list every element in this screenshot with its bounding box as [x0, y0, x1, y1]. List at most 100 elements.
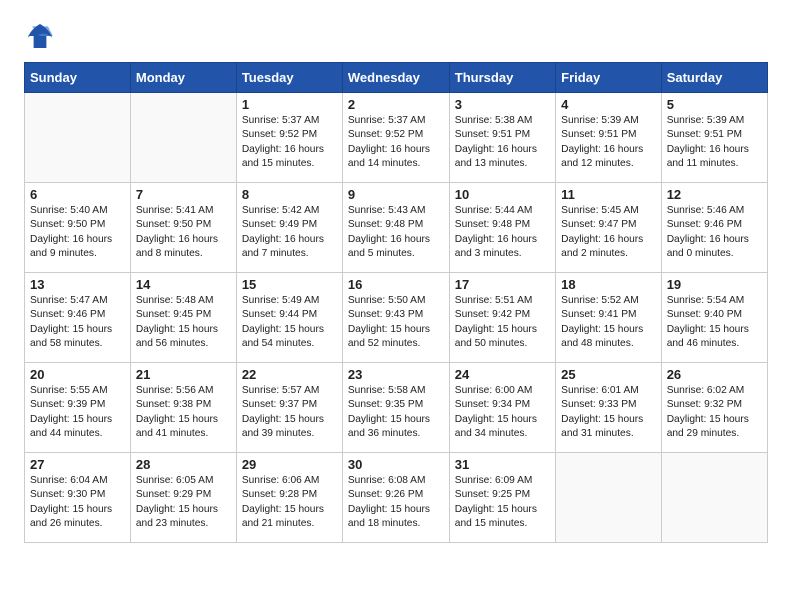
calendar-cell: 27 Sunrise: 6:04 AM Sunset: 9:30 PM Dayli…: [25, 453, 131, 543]
day-number: 23: [348, 367, 444, 382]
calendar-cell: 19 Sunrise: 5:54 AM Sunset: 9:40 PM Dayli…: [661, 273, 767, 363]
day-number: 5: [667, 97, 762, 112]
day-info: Sunrise: 5:49 AM Sunset: 9:44 PM Dayligh…: [242, 294, 337, 351]
day-info: Sunrise: 6:01 AM Sunset: 9:33 PM Dayligh…: [561, 384, 656, 441]
calendar-cell: 18Sunrise: 5:52 AM Sunset: 9:41 PM Dayli…: [556, 273, 662, 363]
day-number: 17: [455, 277, 550, 292]
day-number: 12: [667, 187, 762, 202]
calendar-cell: 22Sunrise: 5:57 AM Sunset: 9:37 PM Dayli…: [236, 363, 342, 453]
calendar-header-wednesday: Wednesday: [342, 63, 449, 93]
day-number: 27: [30, 457, 125, 472]
calendar-cell: 8 Sunrise: 5:42 AM Sunset: 9:49 PM Daylig…: [236, 183, 342, 273]
day-number: 30: [348, 457, 444, 472]
day-info: Sunrise: 5:42 AM Sunset: 9:49 PM Dayligh…: [242, 204, 337, 261]
calendar-cell: [130, 93, 236, 183]
day-number: 11: [561, 187, 656, 202]
day-info: Sunrise: 5:38 AM Sunset: 9:51 PM Dayligh…: [455, 114, 550, 171]
calendar-cell: 31 Sunrise: 6:09 AM Sunset: 9:25 PM Dayli…: [449, 453, 555, 543]
day-info: Sunrise: 5:51 AM Sunset: 9:42 PM Dayligh…: [455, 294, 550, 351]
day-number: 21: [136, 367, 231, 382]
day-info: Sunrise: 5:37 AM Sunset: 9:52 PM Dayligh…: [242, 114, 337, 171]
day-info: Sunrise: 5:46 AM Sunset: 9:46 PM Dayligh…: [667, 204, 762, 261]
day-number: 3: [455, 97, 550, 112]
day-number: 31: [455, 457, 550, 472]
calendar-cell: 24 Sunrise: 6:00 AM Sunset: 9:34 PM Dayli…: [449, 363, 555, 453]
day-info: Sunrise: 5:55 AM Sunset: 9:39 PM Dayligh…: [30, 384, 125, 441]
day-info: Sunrise: 6:06 AM Sunset: 9:28 PM Dayligh…: [242, 474, 337, 531]
day-info: Sunrise: 5:41 AM Sunset: 9:50 PM Dayligh…: [136, 204, 231, 261]
calendar-cell: 9 Sunrise: 5:43 AM Sunset: 9:48 PM Daylig…: [342, 183, 449, 273]
calendar-cell: 11 Sunrise: 5:45 AM Sunset: 9:47 PM Dayli…: [556, 183, 662, 273]
calendar-cell: 12 Sunrise: 5:46 AM Sunset: 9:46 PM Dayli…: [661, 183, 767, 273]
calendar-header-sunday: Sunday: [25, 63, 131, 93]
day-info: Sunrise: 6:09 AM Sunset: 9:25 PM Dayligh…: [455, 474, 550, 531]
calendar-week-row: 13 Sunrise: 5:47 AM Sunset: 9:46 PM Dayli…: [25, 273, 768, 363]
calendar-header-tuesday: Tuesday: [236, 63, 342, 93]
day-info: Sunrise: 5:58 AM Sunset: 9:35 PM Dayligh…: [348, 384, 444, 441]
calendar-week-row: 20 Sunrise: 5:55 AM Sunset: 9:39 PM Dayli…: [25, 363, 768, 453]
day-info: Sunrise: 6:05 AM Sunset: 9:29 PM Dayligh…: [136, 474, 231, 531]
calendar-header-saturday: Saturday: [661, 63, 767, 93]
day-number: 15: [242, 277, 337, 292]
day-number: 18: [561, 277, 656, 292]
day-info: Sunrise: 6:00 AM Sunset: 9:34 PM Dayligh…: [455, 384, 550, 441]
calendar-cell: 16Sunrise: 5:50 AM Sunset: 9:43 PM Dayli…: [342, 273, 449, 363]
day-info: Sunrise: 6:08 AM Sunset: 9:26 PM Dayligh…: [348, 474, 444, 531]
calendar-cell: [661, 453, 767, 543]
day-info: Sunrise: 6:04 AM Sunset: 9:30 PM Dayligh…: [30, 474, 125, 531]
day-info: Sunrise: 5:45 AM Sunset: 9:47 PM Dayligh…: [561, 204, 656, 261]
day-number: 4: [561, 97, 656, 112]
calendar-cell: 23 Sunrise: 5:58 AM Sunset: 9:35 PM Dayli…: [342, 363, 449, 453]
day-number: 1: [242, 97, 337, 112]
logo: [24, 20, 60, 52]
day-info: Sunrise: 5:40 AM Sunset: 9:50 PM Dayligh…: [30, 204, 125, 261]
calendar-header-friday: Friday: [556, 63, 662, 93]
day-number: 10: [455, 187, 550, 202]
calendar-cell: 15 Sunrise: 5:49 AM Sunset: 9:44 PM Dayli…: [236, 273, 342, 363]
day-number: 8: [242, 187, 337, 202]
calendar-cell: 7 Sunrise: 5:41 AM Sunset: 9:50 PM Daylig…: [130, 183, 236, 273]
day-info: Sunrise: 5:39 AM Sunset: 9:51 PM Dayligh…: [667, 114, 762, 171]
calendar-cell: 4 Sunrise: 5:39 AM Sunset: 9:51 PM Daylig…: [556, 93, 662, 183]
day-info: Sunrise: 5:47 AM Sunset: 9:46 PM Dayligh…: [30, 294, 125, 351]
day-number: 19: [667, 277, 762, 292]
day-number: 28: [136, 457, 231, 472]
calendar-header-row: SundayMondayTuesdayWednesdayThursdayFrid…: [25, 63, 768, 93]
calendar-cell: 1 Sunrise: 5:37 AM Sunset: 9:52 PM Daylig…: [236, 93, 342, 183]
logo-icon: [24, 20, 56, 52]
day-info: Sunrise: 5:54 AM Sunset: 9:40 PM Dayligh…: [667, 294, 762, 351]
calendar-header-thursday: Thursday: [449, 63, 555, 93]
day-info: Sunrise: 5:44 AM Sunset: 9:48 PM Dayligh…: [455, 204, 550, 261]
calendar-cell: 28 Sunrise: 6:05 AM Sunset: 9:29 PM Dayli…: [130, 453, 236, 543]
day-number: 6: [30, 187, 125, 202]
calendar-cell: 10 Sunrise: 5:44 AM Sunset: 9:48 PM Dayli…: [449, 183, 555, 273]
day-number: 29: [242, 457, 337, 472]
calendar-cell: 17 Sunrise: 5:51 AM Sunset: 9:42 PM Dayli…: [449, 273, 555, 363]
calendar-cell: [556, 453, 662, 543]
day-info: Sunrise: 5:43 AM Sunset: 9:48 PM Dayligh…: [348, 204, 444, 261]
day-number: 22: [242, 367, 337, 382]
calendar-week-row: 6 Sunrise: 5:40 AM Sunset: 9:50 PM Daylig…: [25, 183, 768, 273]
day-info: Sunrise: 5:39 AM Sunset: 9:51 PM Dayligh…: [561, 114, 656, 171]
day-number: 9: [348, 187, 444, 202]
day-number: 25: [561, 367, 656, 382]
day-number: 24: [455, 367, 550, 382]
calendar-cell: 21Sunrise: 5:56 AM Sunset: 9:38 PM Dayli…: [130, 363, 236, 453]
day-number: 13: [30, 277, 125, 292]
calendar-cell: 29 Sunrise: 6:06 AM Sunset: 9:28 PM Dayli…: [236, 453, 342, 543]
day-info: Sunrise: 6:02 AM Sunset: 9:32 PM Dayligh…: [667, 384, 762, 441]
calendar-header-monday: Monday: [130, 63, 236, 93]
calendar-cell: 2 Sunrise: 5:37 AM Sunset: 9:52 PM Daylig…: [342, 93, 449, 183]
calendar-cell: 6 Sunrise: 5:40 AM Sunset: 9:50 PM Daylig…: [25, 183, 131, 273]
day-number: 14: [136, 277, 231, 292]
calendar-week-row: 1 Sunrise: 5:37 AM Sunset: 9:52 PM Daylig…: [25, 93, 768, 183]
calendar-cell: 20 Sunrise: 5:55 AM Sunset: 9:39 PM Dayli…: [25, 363, 131, 453]
day-number: 7: [136, 187, 231, 202]
calendar-cell: 25 Sunrise: 6:01 AM Sunset: 9:33 PM Dayli…: [556, 363, 662, 453]
calendar-cell: 3 Sunrise: 5:38 AM Sunset: 9:51 PM Daylig…: [449, 93, 555, 183]
day-info: Sunrise: 5:37 AM Sunset: 9:52 PM Dayligh…: [348, 114, 444, 171]
calendar-cell: 30 Sunrise: 6:08 AM Sunset: 9:26 PM Dayli…: [342, 453, 449, 543]
calendar-cell: [25, 93, 131, 183]
day-number: 2: [348, 97, 444, 112]
day-number: 20: [30, 367, 125, 382]
